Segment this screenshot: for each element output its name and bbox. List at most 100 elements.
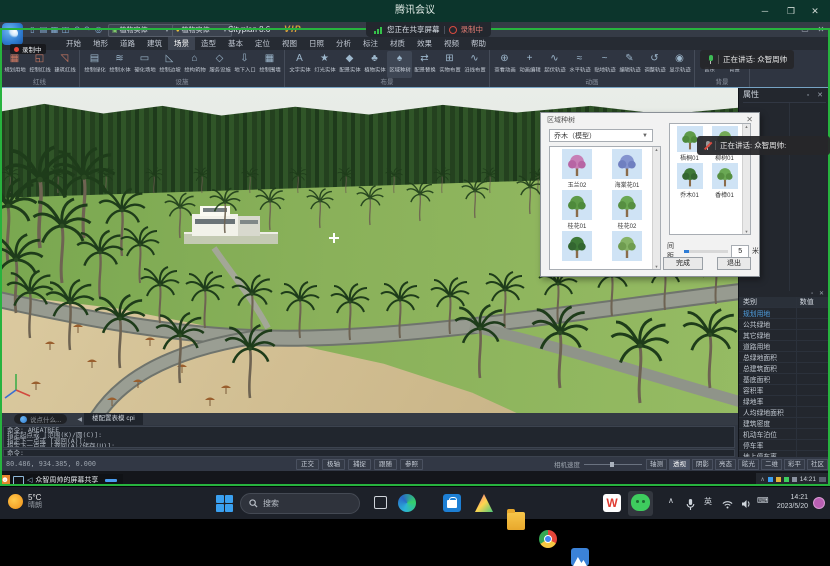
property-row-容积率[interactable]: 容积率 [739,385,830,396]
photos-app-icon[interactable] [571,548,589,566]
taskbar-search[interactable]: 搜索 [240,493,360,514]
property-row-总建筑面积[interactable]: 总建筑面积 [739,363,830,374]
save-icon[interactable]: ▦ [50,25,59,35]
tray-volume-icon[interactable] [741,499,751,509]
property-row-总绿地面积[interactable]: 总绿地面积 [739,352,830,363]
view-button-社区[interactable]: 社区 [807,459,828,470]
tab-视频[interactable]: 视频 [438,37,465,50]
ribbon-button-灯光实体[interactable]: ★灯光实体 [312,51,337,78]
chrome-icon[interactable] [539,530,557,548]
weather-widget[interactable]: 5°C 晴朗 [8,493,42,510]
app-restore-button[interactable]: ▭ [798,24,812,35]
ribbon-button-绘制围墙[interactable]: ▦绘制围墙 [257,51,282,78]
drawing-tab[interactable]: 楼配置表模 cpi [84,413,143,425]
spacing-input[interactable]: 5 [731,245,749,258]
property-row-人均绿地面积[interactable]: 人均绿地面积 [739,407,830,418]
panel-pin-icon[interactable]: ▫ ✕ [807,91,826,99]
ribbon-button-植物实体[interactable]: ♣植物实体 [362,51,387,78]
property-row-规划用地[interactable]: 规划用地 [739,308,830,319]
tree-item-桂花01[interactable]: 桂花01 [552,190,602,228]
ribbon-button-贴地轨迹[interactable]: ~贴地轨迹 [592,51,617,78]
meeting-maximize-button[interactable]: ❐ [778,0,804,22]
view-button-透视[interactable]: 透视 [669,459,690,470]
category-select[interactable]: 乔木（模型）▼ [549,129,653,142]
property-row-绿地率[interactable]: 绿地率 [739,396,830,407]
meeting-minimize-button[interactable]: ─ [752,0,778,22]
tab-scroll-left-icon[interactable]: ◀ [77,416,82,423]
property-row-机动车泊位[interactable]: 机动车泊位 [739,429,830,440]
tab-场景[interactable]: 场景 [168,37,195,50]
toggle-正交[interactable]: 正交 [296,459,319,470]
toggle-捕捉[interactable]: 捕捉 [348,459,371,470]
app-close-button[interactable]: ✕ [814,24,828,35]
ribbon-button-规划用地[interactable]: ▦规划用地 [2,51,27,78]
input-language-indicator[interactable]: 英 [704,496,712,507]
minimize-bar-icon[interactable] [105,479,117,482]
ribbon-button-调整轨迹[interactable]: ↺调整轨迹 [642,51,667,78]
table-pin-close-icons[interactable]: ▫ ✕ [739,290,830,297]
tab-地形[interactable]: 地形 [87,37,114,50]
entity-select[interactable]: ● 植物实体▼ [172,24,232,37]
tray-mic-icon[interactable] [686,499,695,510]
tray-wifi-icon[interactable] [722,500,733,509]
app-minimize-button[interactable]: ─ [782,24,796,35]
tree-item-海棠花01[interactable]: 海棠花01 [602,149,652,187]
tab-日照[interactable]: 日照 [303,37,330,50]
touch-keyboard-icon[interactable]: ⌨ [757,496,769,505]
view-button-阴影[interactable]: 阴影 [692,459,713,470]
command-prompt[interactable]: 命令: [3,449,735,457]
tree-item-乔木01[interactable]: 乔木01 [672,163,707,197]
task-view-button[interactable] [372,494,390,512]
ribbon-button-实物布置[interactable]: ⊞实物布置 [437,51,462,78]
save-as-icon[interactable]: ◫ [61,25,70,35]
tray-expand-icon[interactable]: ∧ [668,496,674,505]
triangle-app-icon[interactable] [475,494,493,512]
ribbon-button-控制红线[interactable]: ◱控制红线 [27,51,52,78]
property-row-其它绿地[interactable]: 其它绿地 [739,330,830,341]
camera-speed-slider[interactable] [584,464,642,465]
view-button-二维[interactable]: 二维 [761,459,782,470]
open-file-icon[interactable]: ▤ [39,25,48,35]
tab-道路[interactable]: 道路 [114,37,141,50]
toggle-极轴[interactable]: 极轴 [322,459,345,470]
tab-分析[interactable]: 分析 [330,37,357,50]
ribbon-button-地下入口[interactable]: ⇩地下入口 [232,51,257,78]
ribbon-button-绘制绿化[interactable]: ▤绘制绿化 [82,51,107,78]
meeting-close-button[interactable]: ✕ [802,0,828,22]
wechat-icon-active[interactable] [628,491,653,516]
screen-share-toolbar[interactable]: ☻ ◁ 众智周帅的屏幕共享 [0,474,123,486]
command-log[interactable]: 命令: AREATREE指定起点或 [范围(K)/圆(C)]:指定下一点或 [退… [3,426,735,448]
redo-icon[interactable]: ↷ [83,25,92,35]
tab-帮助[interactable]: 帮助 [465,37,492,50]
tree-item-partial[interactable] [602,231,652,269]
notification-badge[interactable] [813,497,825,509]
view-button-亮态[interactable]: 亮态 [715,459,736,470]
ribbon-button-配景替换[interactable]: ⇄配景替换 [412,51,437,78]
property-row-停车率[interactable]: 停车率 [739,440,830,451]
ribbon-button-显示轨迹[interactable]: ◉显示轨迹 [667,51,692,78]
tab-造型[interactable]: 造型 [195,37,222,50]
tab-建筑[interactable]: 建筑 [141,37,168,50]
new-file-icon[interactable]: ▯ [28,25,37,35]
globe-icon[interactable]: ◎ [94,25,103,35]
tab-效果[interactable]: 效果 [411,37,438,50]
ribbon-button-建筑红线[interactable]: ◹建筑红线 [52,51,77,78]
file-explorer-icon[interactable] [507,512,525,530]
toggle-跟随[interactable]: 跟随 [374,459,397,470]
tree-item-partial[interactable] [552,231,602,269]
edge-icon[interactable] [398,494,416,512]
ribbon-button-绘制边坡[interactable]: ◺绘制边坡 [157,51,182,78]
ribbon-button-绘构筑物[interactable]: ⌂绘构筑物 [182,51,207,78]
ribbon-button-查看动画[interactable]: ⊕查看动画 [492,51,517,78]
property-row-道路用地[interactable]: 道路用地 [739,341,830,352]
tab-开始[interactable]: 开始 [60,37,87,50]
clock-widget[interactable]: 14:21 2023/5/20 [777,493,808,511]
spacing-slider[interactable] [684,250,729,253]
start-button[interactable] [216,494,234,512]
tree-item-香樟01[interactable]: 香樟01 [707,163,742,197]
ribbon-button-动画编辑[interactable]: +动画编辑 [517,51,542,78]
tree-item-玉兰02[interactable]: 玉兰02 [552,149,602,187]
list-scrollbar[interactable] [652,147,660,269]
tab-基本[interactable]: 基本 [222,37,249,50]
microsoft-store-icon[interactable] [443,494,461,512]
